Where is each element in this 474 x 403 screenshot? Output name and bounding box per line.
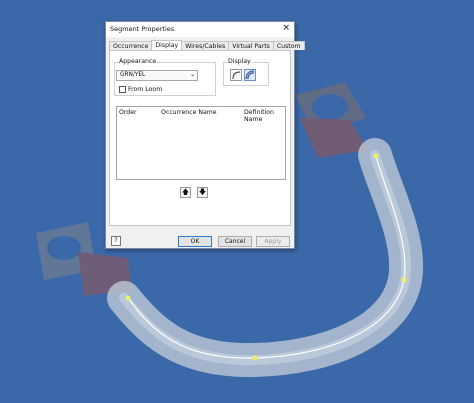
work-point[interactable] (125, 295, 131, 301)
appearance-value: GRN/YEL (120, 72, 146, 78)
segment-occurrence-table[interactable]: Order Occurrence Name Definition Name (116, 106, 286, 180)
appearance-label: Appearance (118, 58, 158, 65)
close-icon[interactable]: × (282, 23, 290, 34)
column-header-definition-name[interactable]: Definition Name (244, 109, 285, 123)
tab-occurrence[interactable]: Occurrence (109, 41, 153, 50)
tab-custom[interactable]: Custom (272, 41, 305, 50)
chevron-down-icon: ⌄ (189, 71, 195, 78)
work-point[interactable] (401, 277, 407, 283)
dialog-titlebar[interactable]: Segment Properties × (106, 22, 294, 37)
ok-button[interactable]: OK (178, 236, 212, 247)
segment-properties-dialog: Segment Properties × Occurrence Display … (105, 21, 305, 249)
column-header-occurrence-name[interactable]: Occurrence Name (161, 109, 217, 116)
rendered-display-icon[interactable] (244, 69, 256, 81)
from-loom-checkbox[interactable] (119, 86, 126, 93)
tab-wires-cables[interactable]: Wires/Cables (181, 41, 230, 50)
display-group-label: Display (227, 58, 252, 65)
arrow-down-icon: 🡇 (198, 188, 207, 196)
work-point[interactable] (252, 355, 258, 361)
dialog-title: Segment Properties (110, 25, 175, 33)
from-loom-label: From Loom (128, 86, 163, 93)
move-down-button[interactable]: 🡇 (197, 187, 208, 198)
help-icon[interactable]: ? (111, 236, 121, 246)
apply-button[interactable]: Apply (256, 236, 290, 247)
work-point[interactable] (373, 153, 379, 159)
arrow-up-icon: 🡅 (181, 188, 190, 196)
cancel-button[interactable]: Cancel (218, 236, 252, 247)
move-up-button[interactable]: 🡅 (180, 187, 191, 198)
appearance-select[interactable]: GRN/YEL ⌄ (116, 70, 198, 81)
centerline-display-icon[interactable] (230, 69, 242, 81)
tab-display[interactable]: Display (151, 40, 183, 50)
tab-virtual-parts[interactable]: Virtual Parts (228, 41, 274, 50)
column-header-order[interactable]: Order (119, 109, 137, 116)
right-connector[interactable] (295, 82, 368, 158)
